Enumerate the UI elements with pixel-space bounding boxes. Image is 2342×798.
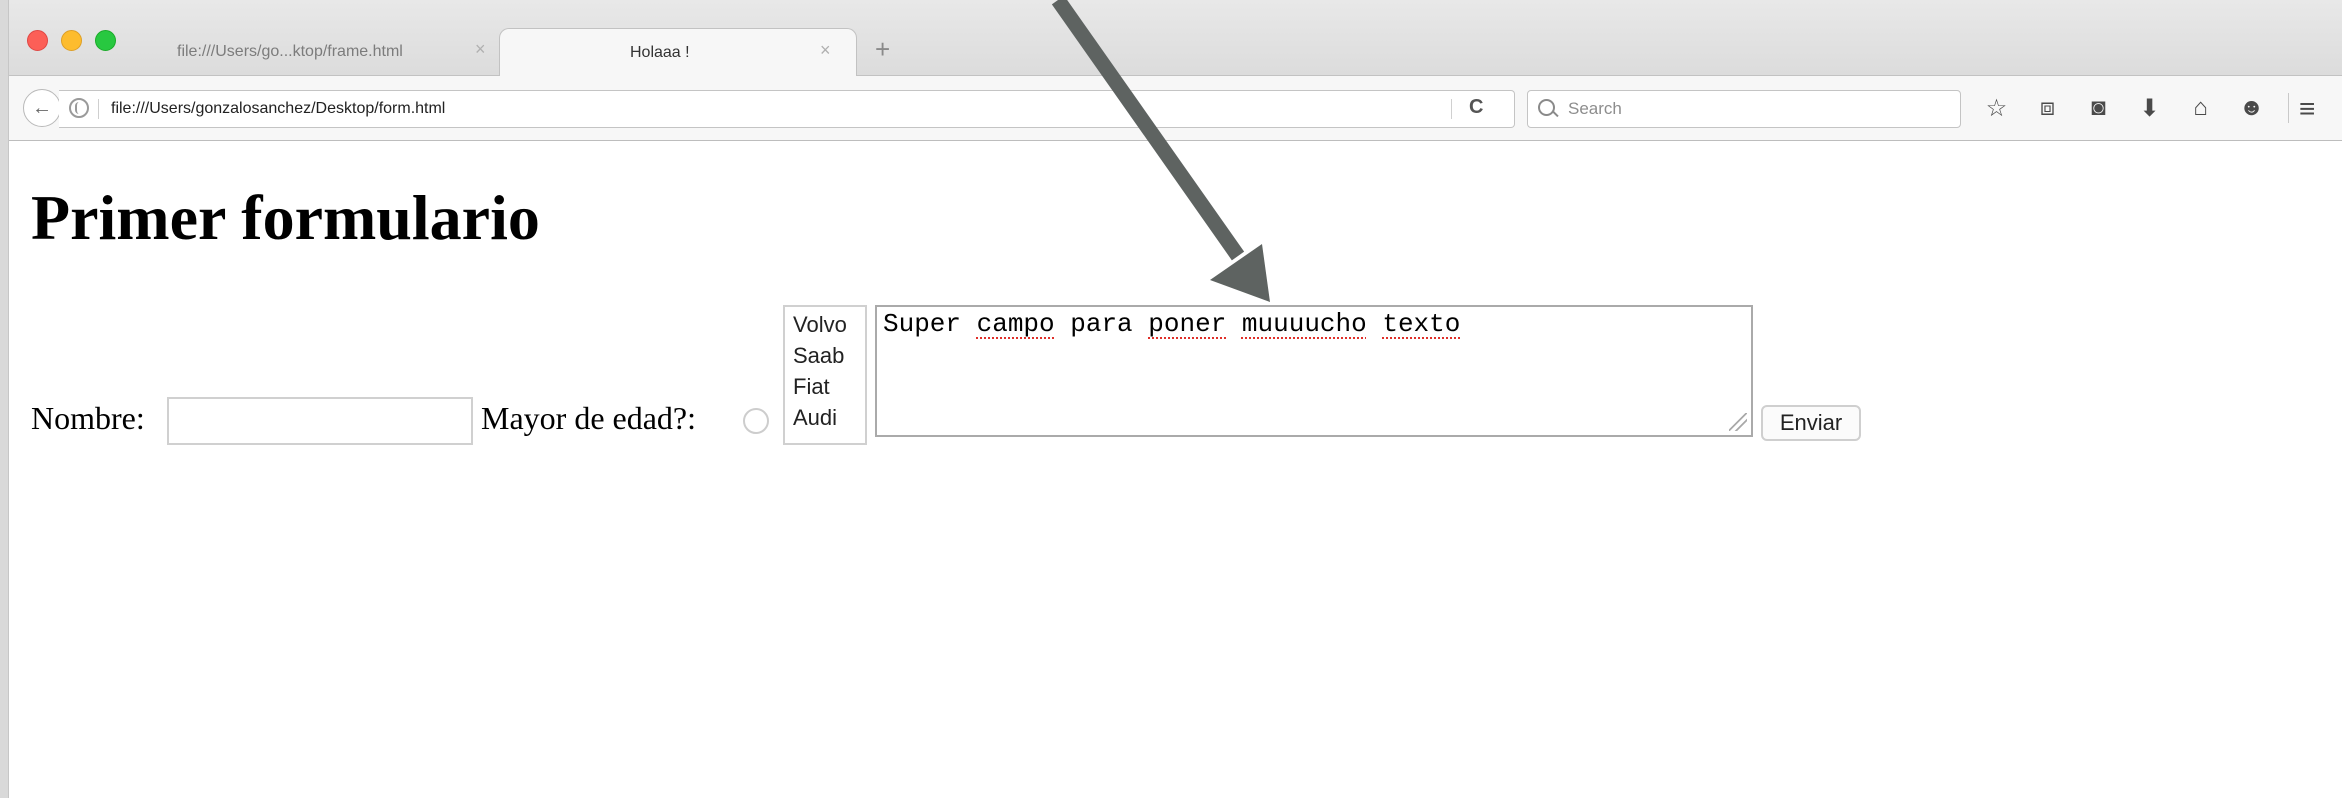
textarea-word-misspelled: campo — [976, 309, 1055, 339]
url-separator — [98, 99, 99, 119]
star-icon[interactable]: ☆ — [1971, 91, 2022, 125]
car-option[interactable]: Volvo — [793, 309, 865, 340]
new-tab-button[interactable]: + — [875, 34, 890, 65]
name-input[interactable] — [167, 397, 473, 445]
back-button[interactable]: ← — [23, 89, 61, 127]
pocket-icon[interactable]: ◙ — [2073, 91, 2124, 125]
site-identity-icon[interactable] — [69, 98, 89, 118]
clipboard-icon[interactable]: ⧈ — [2022, 91, 2073, 125]
submit-button[interactable]: Enviar — [1761, 405, 1861, 441]
reload-separator — [1451, 99, 1452, 119]
menu-separator — [2288, 93, 2289, 123]
textarea-word: para — [1070, 309, 1133, 339]
url-text[interactable]: file:///Users/gonzalosanchez/Desktop/for… — [111, 100, 445, 118]
tab-label: Holaaa ! — [630, 43, 690, 61]
name-label: Nombre: — [31, 400, 145, 436]
window-controls — [27, 30, 116, 51]
adult-label: Mayor de edad?: — [481, 400, 697, 436]
page-content: Primer formulario Nombre: Mayor de edad?… — [9, 141, 2342, 798]
tab-label: file:///Users/go...ktop/frame.html — [177, 42, 403, 60]
adult-radio[interactable] — [743, 408, 769, 434]
search-bar[interactable] — [1527, 90, 1961, 128]
textarea-word-misspelled: poner — [1148, 309, 1227, 339]
chat-icon[interactable]: ☻ — [2226, 91, 2277, 125]
navigation-bar: ← file:///Users/gonzalosanchez/Desktop/f… — [9, 76, 2342, 141]
text-area[interactable]: Super campo para poner muuuucho texto — [875, 305, 1753, 437]
car-select-list[interactable]: Volvo Saab Fiat Audi — [783, 305, 867, 445]
tab-bar: file:///Users/go...ktop/frame.html × Hol… — [9, 0, 2342, 76]
minimize-window-button[interactable] — [61, 30, 82, 51]
page-title: Primer formulario — [31, 182, 540, 253]
textarea-word: Super — [883, 309, 962, 339]
car-option[interactable]: Audi — [793, 402, 865, 433]
tab-form[interactable]: Holaaa ! × — [499, 28, 857, 76]
car-option[interactable]: Saab — [793, 340, 865, 371]
zoom-window-button[interactable] — [95, 30, 116, 51]
resize-grip-icon[interactable] — [1729, 413, 1747, 431]
url-bar[interactable]: file:///Users/gonzalosanchez/Desktop/for… — [59, 90, 1515, 128]
search-icon — [1538, 99, 1555, 116]
toolbar-icons: ☆ ⧈ ◙ ⬇ ⌂ ☻ — [1971, 91, 2277, 125]
textarea-word-misspelled: texto — [1382, 309, 1461, 339]
tab-frame[interactable]: file:///Users/go...ktop/frame.html × — [159, 28, 499, 75]
back-arrow-icon: ← — [32, 96, 52, 119]
reload-icon[interactable]: C — [1469, 96, 1483, 119]
home-icon[interactable]: ⌂ — [2175, 91, 2226, 125]
browser-window: file:///Users/go...ktop/frame.html × Hol… — [8, 0, 2342, 798]
hamburger-menu-icon[interactable]: ≡ — [2299, 93, 2315, 125]
tab-close-icon[interactable]: × — [820, 40, 831, 61]
car-option[interactable]: Fiat — [793, 371, 865, 402]
tab-close-icon[interactable]: × — [475, 39, 486, 60]
search-input[interactable] — [1566, 93, 1950, 125]
close-window-button[interactable] — [27, 30, 48, 51]
download-icon[interactable]: ⬇ — [2124, 91, 2175, 125]
textarea-word-misspelled: muuuucho — [1241, 309, 1367, 339]
